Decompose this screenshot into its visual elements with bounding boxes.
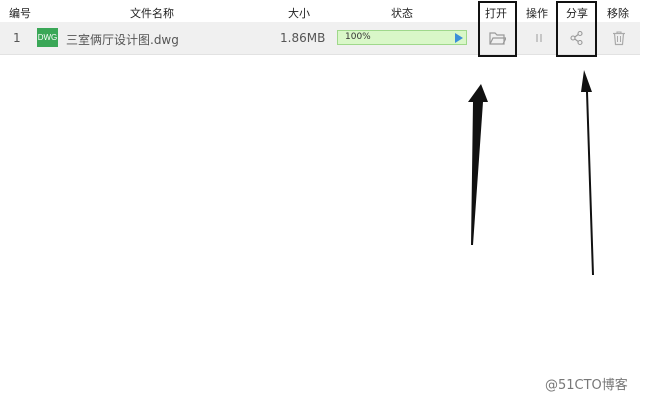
annotation-arrows xyxy=(468,70,594,275)
arrow-to-open xyxy=(468,84,488,245)
arrow-to-share xyxy=(581,70,594,275)
watermark: @51CTO博客 xyxy=(545,378,628,393)
